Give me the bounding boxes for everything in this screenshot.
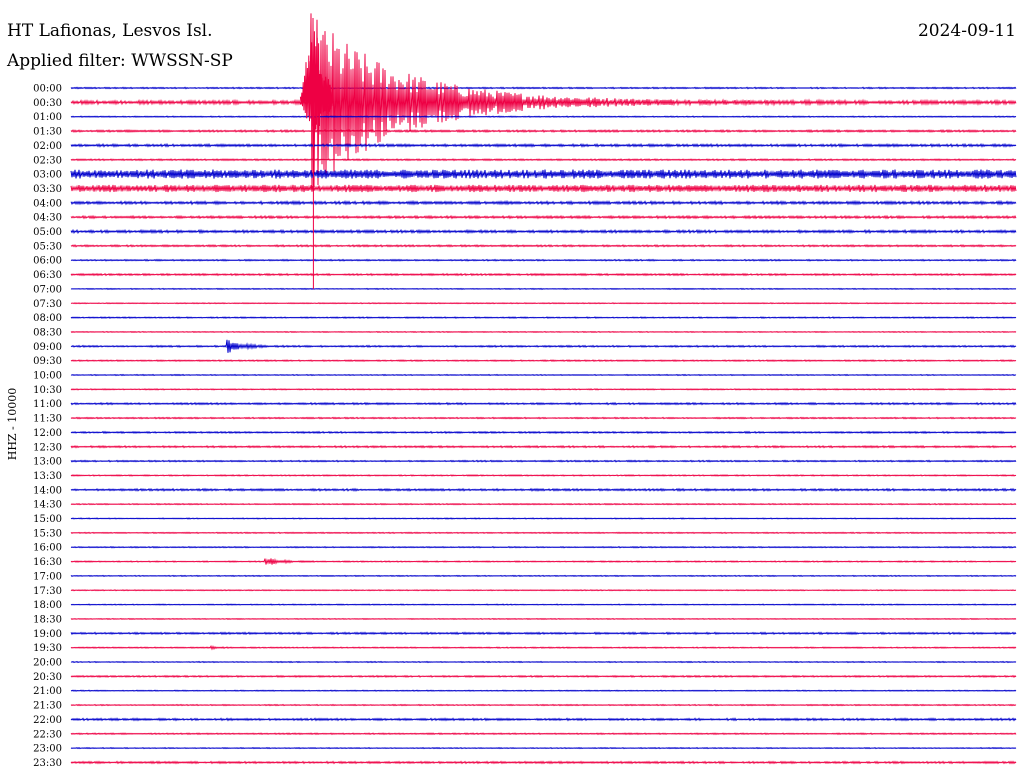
row-label-1100: 11:00	[33, 399, 62, 410]
row-label-1730: 17:30	[33, 586, 62, 597]
row-label-0930: 09:30	[33, 356, 62, 367]
row-label-1530: 15:30	[33, 528, 62, 539]
row-label-0100: 01:00	[33, 112, 62, 123]
trace-row-2100	[70, 689, 1017, 692]
channel-axis-label: HHZ - 10000	[6, 388, 19, 461]
row-label-0830: 08:30	[33, 327, 62, 338]
row-label-1630: 16:30	[33, 557, 62, 568]
row-label-2000: 20:00	[33, 658, 62, 669]
trace-row-0700	[70, 287, 1017, 291]
row-label-1600: 16:00	[33, 543, 62, 554]
trace-row-0830	[70, 330, 1017, 334]
trace-row-1830	[70, 617, 1017, 621]
trace-row-0100	[70, 115, 1017, 119]
row-label-1000: 10:00	[33, 371, 62, 382]
trace-row-1030	[70, 388, 1017, 391]
row-label-1030: 10:30	[33, 385, 62, 396]
row-label-0030: 00:30	[33, 98, 62, 109]
row-label-1130: 11:30	[33, 414, 62, 425]
row-label-2230: 22:30	[33, 729, 62, 740]
row-label-1330: 13:30	[33, 471, 62, 482]
helicorder-plot: HT Lafionas, Lesvos Isl. Applied filter:…	[0, 0, 1024, 780]
row-label-1400: 14:00	[33, 485, 62, 496]
row-label-1300: 13:00	[33, 457, 62, 468]
trace-row-2300	[70, 746, 1017, 750]
row-label-0530: 05:30	[33, 241, 62, 252]
row-label-0200: 02:00	[33, 141, 62, 152]
trace-row-1430	[70, 502, 1017, 506]
row-label-0700: 07:00	[33, 284, 62, 295]
trace-row-0800	[70, 316, 1017, 319]
row-label-2300: 23:00	[33, 744, 62, 755]
row-label-0500: 05:00	[33, 227, 62, 238]
trace-row-1130	[70, 416, 1017, 420]
trace-row-2330	[70, 760, 1017, 765]
row-label-0800: 08:00	[33, 313, 62, 324]
trace-row-1500	[70, 517, 1017, 520]
row-label-1230: 12:30	[33, 442, 62, 453]
row-label-0230: 02:30	[33, 155, 62, 166]
date-label: 2024-09-11	[918, 21, 1016, 41]
trace-row-2230	[70, 732, 1017, 736]
row-label-0330: 03:30	[33, 184, 62, 195]
trace-row-1700	[70, 574, 1017, 578]
row-label-0730: 07:30	[33, 299, 62, 310]
filter-subtitle: Applied filter: WWSSN-SP	[6, 51, 233, 71]
row-label-0000: 00:00	[33, 84, 62, 95]
trace-row-2130	[70, 703, 1017, 707]
trace-row-0730	[70, 302, 1017, 305]
row-label-1700: 17:00	[33, 571, 62, 582]
row-label-1200: 12:00	[33, 428, 62, 439]
row-label-0600: 06:00	[33, 256, 62, 267]
row-label-2200: 22:00	[33, 715, 62, 726]
row-label-1800: 18:00	[33, 600, 62, 611]
row-label-2130: 21:30	[33, 701, 62, 712]
row-label-0300: 03:00	[33, 170, 62, 181]
row-label-2030: 20:30	[33, 672, 62, 683]
row-label-0430: 04:30	[33, 213, 62, 224]
trace-row-1730	[70, 589, 1017, 592]
row-label-1430: 14:30	[33, 500, 62, 511]
row-label-1930: 19:30	[33, 643, 62, 654]
station-title: HT Lafionas, Lesvos Isl.	[7, 21, 213, 41]
row-label-2100: 21:00	[33, 686, 62, 697]
row-label-1900: 19:00	[33, 629, 62, 640]
trace-row-1000	[70, 373, 1017, 377]
row-label-1830: 18:30	[33, 614, 62, 625]
row-label-2330: 23:30	[33, 758, 62, 769]
row-label-0130: 01:30	[33, 127, 62, 138]
row-label-0900: 09:00	[33, 342, 62, 353]
row-label-1500: 15:00	[33, 514, 62, 525]
row-label-0400: 04:00	[33, 198, 62, 209]
row-label-0630: 06:30	[33, 270, 62, 281]
